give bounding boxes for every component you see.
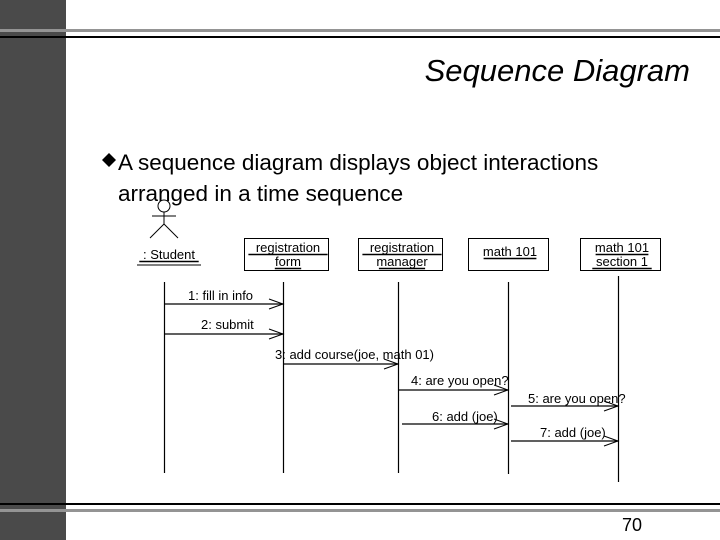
object-registration-form: registrationform — [244, 238, 329, 271]
message-4: 4: are you open? — [398, 373, 510, 396]
object-label: form — [275, 254, 301, 269]
stick-figure-actor-icon — [149, 199, 179, 239]
sequence-diagram: : Student registrationformregistrationman… — [137, 199, 661, 482]
message-2: 2: submit — [164, 317, 285, 340]
message-6: 6: add (joe) — [402, 409, 510, 430]
object-label: : Student — [143, 247, 195, 262]
message-label: 1: fill in info — [188, 288, 253, 303]
object-label: manager — [376, 254, 428, 269]
message-label: 5: are you open? — [528, 391, 626, 406]
message-label: 7: add (joe) — [540, 425, 606, 440]
message-label: 3: add course(joe, math 01) — [275, 347, 434, 362]
object-label: math 101 — [595, 240, 649, 255]
object-label: registration — [256, 240, 320, 255]
message-7: 7: add (joe) — [511, 425, 620, 447]
object-registration-manager: registrationmanager — [358, 238, 443, 271]
object-math-101-section-1: math 101section 1 — [580, 238, 661, 271]
message-3: 3: add course(joe, math 01) — [275, 347, 434, 370]
message-1: 1: fill in info — [164, 288, 285, 310]
message-5: 5: are you open? — [511, 391, 626, 412]
object-label: section 1 — [596, 254, 648, 269]
page-number: 70 — [622, 515, 643, 535]
object-math-101: math 101 — [468, 238, 549, 271]
message-label: 6: add (joe) — [432, 409, 498, 424]
object-student: : Student — [137, 247, 201, 266]
message-label: 4: are you open? — [411, 373, 509, 388]
message-label: 2: submit — [201, 317, 254, 332]
object-label: math 101 — [483, 244, 537, 259]
object-label: registration — [370, 240, 434, 255]
